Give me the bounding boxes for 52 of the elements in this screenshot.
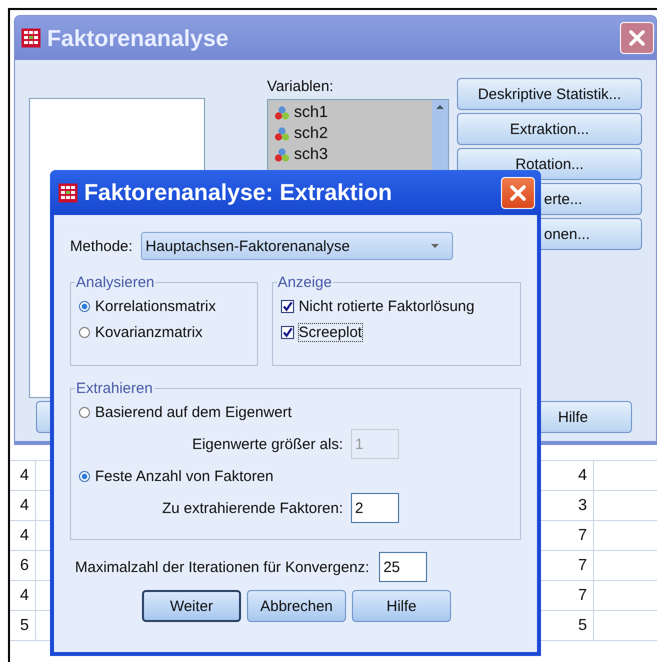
dialog-button[interactable]: Deskriptive Statistik... [457, 78, 642, 110]
variable-icon [274, 126, 290, 142]
input-field[interactable]: 2 [351, 493, 399, 523]
iterations-label: Maximalzahl der Iterationen für Konvergenz: [75, 558, 370, 576]
field-label: Eigenwerte größer als: [192, 436, 343, 452]
input-field[interactable]: 25 [379, 552, 428, 582]
group-title: Anzeige [276, 274, 333, 291]
option-label[interactable]: Nicht rotierte Faktorlösung [298, 298, 474, 314]
window-title: Faktorenanalyse [47, 24, 229, 52]
dropdown-icon [430, 243, 440, 249]
group-title: Extrahieren [75, 380, 154, 397]
option-label[interactable]: Basierend auf dem Eigenwert [95, 404, 292, 420]
option-label[interactable]: Kovarianzmatrix [95, 324, 203, 340]
field-label: Zu extrahierende Faktoren: [162, 500, 343, 516]
close-button[interactable] [620, 22, 654, 54]
radio-button[interactable] [79, 406, 90, 418]
method-label: Methode: [70, 238, 133, 254]
close-icon [508, 182, 528, 202]
variable-icon [274, 105, 290, 121]
table-cell: 4 [10, 461, 36, 490]
variable-icon [274, 147, 290, 163]
variable-item[interactable]: sch2 [294, 125, 328, 143]
option-label[interactable]: Feste Anzahl von Faktoren [95, 468, 274, 484]
close-button[interactable] [501, 176, 535, 208]
dialog-button[interactable]: Extraktion... [457, 113, 642, 145]
radio-button[interactable] [79, 300, 90, 312]
radio-button[interactable] [79, 470, 90, 482]
table-cell: 4 [10, 581, 36, 610]
dialog-button[interactable]: Weiter [142, 590, 241, 622]
group-title: Analysieren [75, 274, 156, 291]
dialog-button[interactable]: Abbrechen [247, 590, 346, 622]
scroll-up-icon[interactable] [435, 104, 445, 110]
check-icon [282, 300, 293, 312]
variables-label: Variablen: [267, 78, 334, 95]
method-dropdown[interactable]: Hauptachsen-Faktorenanalyse [140, 232, 453, 260]
checkbox[interactable] [280, 300, 294, 312]
option-label[interactable]: Screeplot [298, 324, 362, 340]
table-cell: 4 [10, 491, 36, 520]
table-icon [21, 28, 41, 48]
variable-item[interactable]: sch3 [294, 146, 328, 164]
table-cell: 6 [10, 551, 36, 580]
checkbox[interactable] [280, 326, 294, 338]
dialog-button[interactable]: Hilfe [352, 590, 451, 622]
close-icon [627, 28, 647, 48]
check-icon [282, 326, 293, 338]
table-cell: 4 [10, 521, 36, 550]
table-icon [58, 182, 78, 202]
variable-item[interactable]: sch1 [294, 104, 328, 122]
radio-button[interactable] [79, 326, 90, 338]
option-label[interactable]: Korrelationsmatrix [95, 298, 216, 314]
window-title: Faktorenanalyse: Extraktion [84, 179, 392, 206]
table-cell: 5 [10, 611, 36, 640]
